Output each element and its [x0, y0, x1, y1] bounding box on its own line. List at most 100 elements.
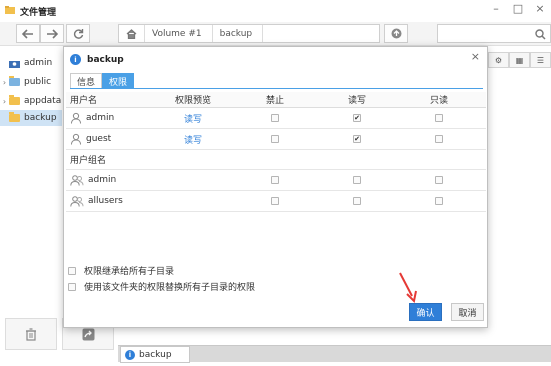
arrow-left-icon: [22, 28, 33, 39]
trash-icon: [26, 327, 36, 341]
user-icon: [71, 133, 81, 145]
trash-button[interactable]: [5, 318, 57, 350]
readonly-checkbox[interactable]: [435, 197, 443, 205]
view-mode-buttons: ⚙ ▦ ☰: [488, 52, 551, 68]
toolbar: Volume #1 backup: [0, 22, 551, 46]
permission-preview: 读写: [183, 114, 202, 125]
title-bar: 文件管理 – □ ×: [0, 0, 551, 20]
inherit-checkbox[interactable]: [68, 266, 76, 275]
user-name: admin: [86, 113, 115, 123]
user-folder-icon: [9, 60, 20, 68]
option-label: 权限继承给所有子目录: [84, 267, 175, 277]
dialog-header: i backup: [70, 54, 124, 65]
red-annotation-arrow-icon: [399, 272, 417, 303]
readonly-checkbox[interactable]: [435, 135, 443, 143]
breadcrumb-item-backup[interactable]: backup: [213, 25, 264, 42]
group-header-label: 用户组名: [70, 156, 107, 166]
permission-table: 用户名 权限预览 禁止 读写 只读 admin 读写 ✔ guest 读写 ✔: [66, 92, 486, 212]
option-inherit[interactable]: 权限继承给所有子目录: [68, 264, 174, 277]
chevron-right-icon[interactable]: ›: [0, 78, 9, 87]
share-icon: [82, 328, 94, 340]
readwrite-checkbox[interactable]: [353, 197, 361, 205]
sidebar-item-label: backup: [24, 113, 57, 123]
table-row: allusers: [66, 191, 486, 212]
replace-checkbox[interactable]: [68, 282, 76, 291]
user-icon: [71, 112, 81, 124]
back-button[interactable]: [16, 24, 40, 43]
group-name: allusers: [88, 196, 123, 206]
info-icon: i: [125, 349, 135, 360]
taskbar-item-backup[interactable]: i backup: [120, 346, 190, 363]
group-icon: [70, 196, 84, 207]
folder-icon: [9, 76, 20, 86]
option-replace[interactable]: 使用该文件夹的权限替换所有子目录的权限: [68, 280, 255, 293]
grid-view-icon[interactable]: ▦: [509, 52, 530, 68]
deny-checkbox[interactable]: [271, 176, 279, 184]
search-icon[interactable]: [535, 29, 546, 40]
readonly-checkbox[interactable]: [435, 176, 443, 184]
readwrite-checkbox[interactable]: ✔: [353, 114, 361, 122]
breadcrumb: Volume #1 backup: [118, 24, 380, 43]
permission-dialog: i backup × 信息 权限 用户名 权限预览 禁止 读写 只读 admin…: [63, 46, 488, 328]
user-name: guest: [86, 134, 112, 144]
chevron-right-icon[interactable]: ›: [0, 97, 9, 106]
folder-icon: [9, 95, 20, 105]
sidebar-item-label: admin: [24, 58, 53, 68]
column-header-preview: 权限预览: [174, 96, 211, 106]
refresh-button[interactable]: [66, 24, 90, 43]
readwrite-checkbox[interactable]: [353, 176, 361, 184]
table-row: guest 读写 ✔: [66, 129, 486, 150]
group-name: admin: [88, 175, 117, 185]
folder-app-icon: [5, 6, 15, 14]
column-header-username: 用户名: [70, 96, 98, 106]
readwrite-checkbox[interactable]: ✔: [353, 135, 361, 143]
breadcrumb-item-volume[interactable]: Volume #1: [145, 25, 213, 42]
taskbar: i backup: [118, 345, 551, 363]
table-header: 用户名 权限预览 禁止 读写 只读: [66, 92, 486, 108]
refresh-icon: [73, 29, 83, 39]
column-header-readwrite: 读写: [347, 96, 366, 106]
sidebar-item-admin[interactable]: admin: [0, 55, 62, 71]
home-icon: [126, 28, 137, 39]
list-view-icon[interactable]: ☰: [530, 52, 551, 68]
arrow-right-icon: [47, 28, 58, 39]
group-icon: [70, 175, 84, 186]
up-arrow-circle-icon: [391, 28, 401, 39]
confirm-button[interactable]: 确认: [409, 303, 442, 321]
dialog-title: backup: [87, 54, 124, 65]
sidebar-item-backup[interactable]: backup: [0, 110, 62, 126]
settings-gear-icon[interactable]: ⚙: [488, 52, 509, 68]
cancel-button[interactable]: 取消: [451, 303, 484, 321]
sidebar-item-appdata[interactable]: › appdata: [0, 93, 62, 109]
window-title: 文件管理: [20, 8, 57, 18]
search-input[interactable]: [437, 24, 551, 43]
tab-permissions[interactable]: 权限: [102, 73, 135, 88]
forward-button[interactable]: [40, 24, 64, 43]
taskbar-item-label: backup: [139, 349, 172, 360]
sidebar-item-label: appdata: [24, 96, 62, 106]
table-row: admin: [66, 170, 486, 191]
upload-button[interactable]: [384, 24, 408, 43]
sidebar: admin › public › appdata backup: [0, 48, 62, 318]
info-icon: i: [70, 54, 81, 65]
minimize-button[interactable]: –: [488, 2, 504, 15]
deny-checkbox[interactable]: [271, 114, 279, 122]
option-label: 使用该文件夹的权限替换所有子目录的权限: [84, 283, 256, 293]
column-header-deny: 禁止: [265, 96, 284, 106]
dialog-tabs: 信息 权限: [70, 73, 135, 88]
home-button[interactable]: [119, 25, 145, 42]
dialog-close-button[interactable]: ×: [471, 50, 480, 63]
close-window-button[interactable]: ×: [532, 2, 548, 15]
sidebar-item-label: public: [24, 77, 52, 87]
permission-preview: 读写: [183, 135, 202, 146]
table-row: admin 读写 ✔: [66, 108, 486, 129]
tab-info[interactable]: 信息: [70, 73, 103, 88]
deny-checkbox[interactable]: [271, 135, 279, 143]
column-header-readonly: 只读: [429, 96, 448, 106]
readonly-checkbox[interactable]: [435, 114, 443, 122]
deny-checkbox[interactable]: [271, 197, 279, 205]
group-section-header: 用户组名: [66, 150, 486, 170]
maximize-button[interactable]: □: [510, 2, 526, 15]
sidebar-item-public[interactable]: › public: [0, 74, 62, 90]
folder-icon: [9, 112, 20, 122]
